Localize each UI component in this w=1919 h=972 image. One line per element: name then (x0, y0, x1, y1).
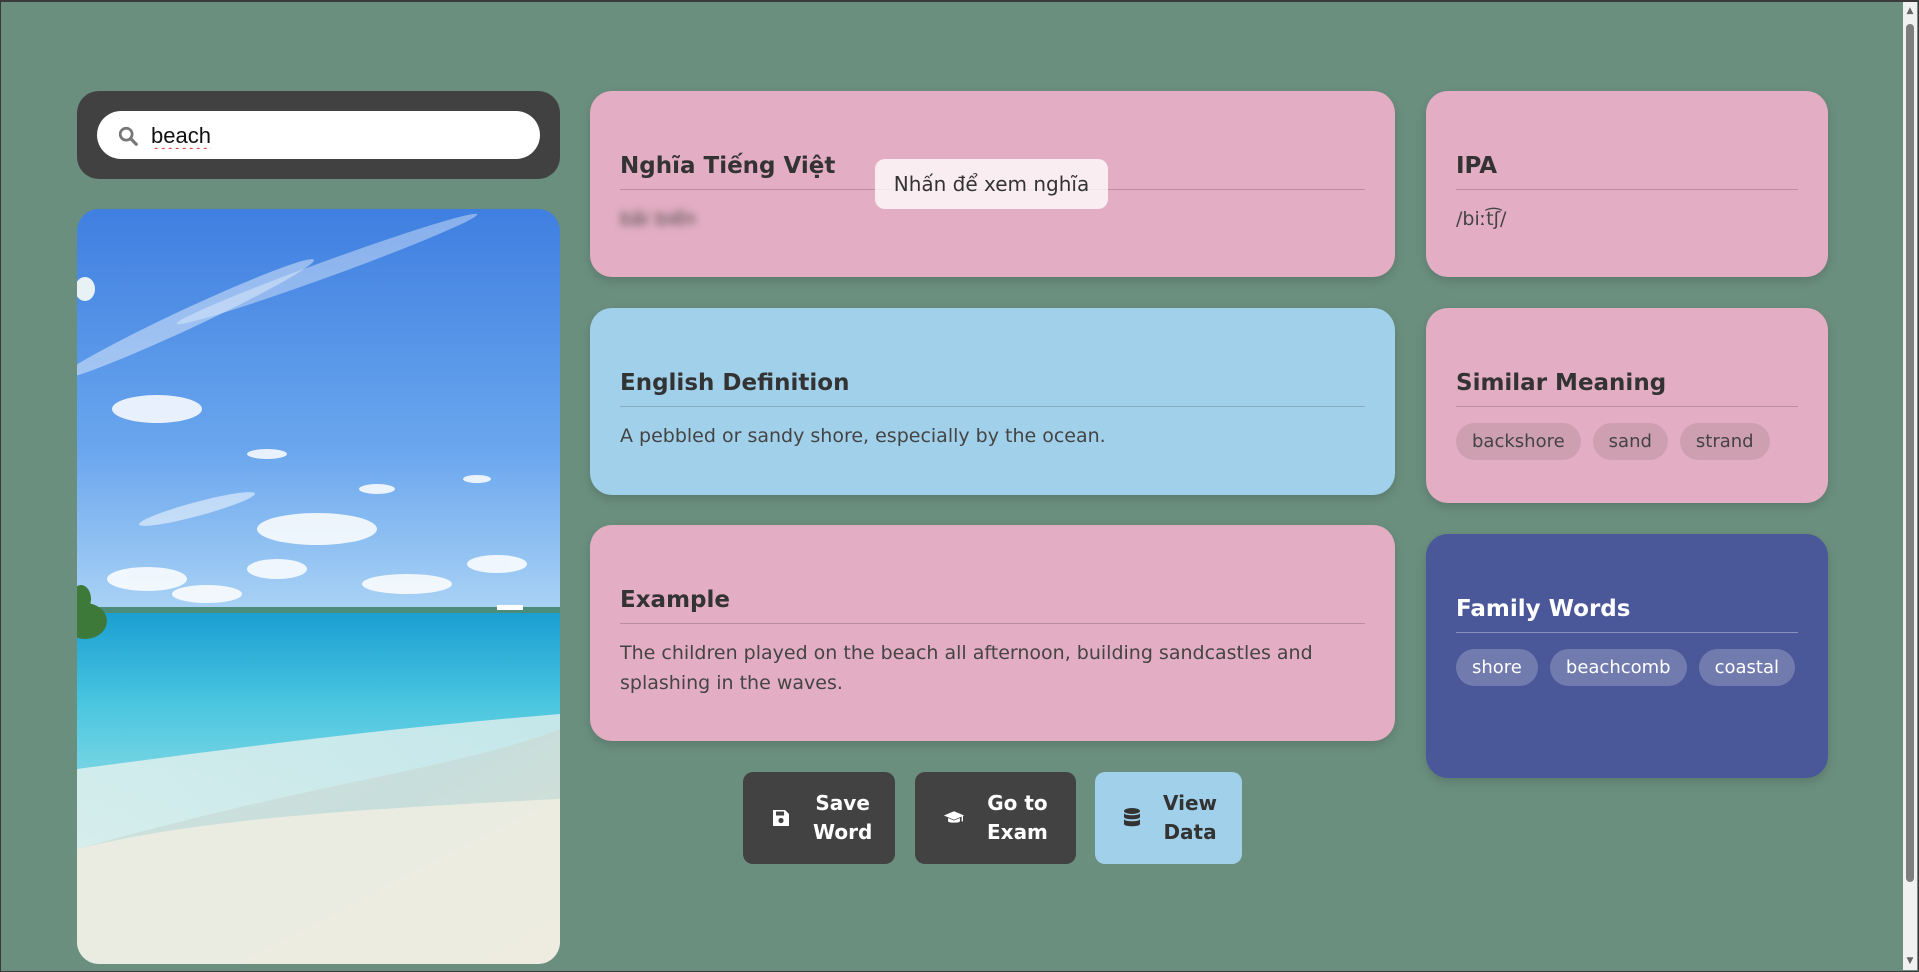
example-title: Example (620, 587, 1365, 624)
view-data-label-line2: Data (1163, 820, 1217, 844)
family-words-tags: shore beachcomb coastal (1456, 649, 1798, 686)
graduation-cap-icon (943, 807, 965, 829)
search-input[interactable] (149, 120, 523, 152)
family-tag[interactable]: beachcomb (1549, 649, 1687, 686)
search-panel (77, 91, 560, 179)
english-definition-text: A pebbled or sandy shore, especially by … (620, 425, 1106, 447)
similar-tag[interactable]: sand (1592, 423, 1668, 460)
go-to-exam-label: Go to Exam (987, 789, 1048, 847)
ipa-title: IPA (1456, 153, 1798, 190)
save-icon (771, 807, 791, 829)
save-word-button[interactable]: Save Word (743, 772, 895, 864)
similar-tag[interactable]: backshore (1456, 423, 1581, 460)
view-data-label: View Data (1163, 789, 1217, 847)
similar-meaning-title: Similar Meaning (1456, 370, 1798, 407)
family-words-title: Family Words (1456, 596, 1798, 633)
scrollbar-thumb[interactable] (1906, 24, 1914, 882)
save-word-label-line1: Save (815, 791, 870, 815)
family-tag[interactable]: coastal (1698, 649, 1796, 686)
family-tag[interactable]: shore (1456, 649, 1538, 686)
database-icon (1123, 807, 1141, 829)
go-to-exam-button[interactable]: Go to Exam (915, 772, 1076, 864)
save-word-label: Save Word (813, 789, 872, 847)
similar-tag[interactable]: strand (1679, 423, 1770, 460)
view-data-button[interactable]: View Data (1095, 772, 1242, 864)
word-image (77, 209, 560, 964)
search-box[interactable] (97, 111, 540, 159)
go-to-exam-label-line2: Exam (987, 820, 1048, 844)
go-to-exam-label-line1: Go to (987, 791, 1048, 815)
similar-meaning-card: Similar Meaning backshore sand strand (1426, 308, 1828, 503)
example-card: Example The children played on the beach… (590, 525, 1395, 741)
scroll-down-arrow-icon[interactable]: ▼ (1905, 956, 1915, 966)
reveal-meaning-tooltip[interactable]: Nhấn để xem nghĩa (875, 159, 1108, 209)
english-definition-title: English Definition (620, 370, 1365, 407)
english-definition-card: English Definition A pebbled or sandy sh… (590, 308, 1395, 495)
ipa-value: /biːt͡ʃ/ (1456, 208, 1507, 230)
save-word-label-line2: Word (813, 820, 873, 844)
family-words-card: Family Words shore beachcomb coastal (1426, 534, 1828, 778)
scroll-up-arrow-icon[interactable]: ▲ (1905, 6, 1915, 16)
scrollbar[interactable]: ▲ ▼ (1903, 2, 1917, 970)
ipa-card: IPA /biːt͡ʃ/ (1426, 91, 1828, 277)
similar-meaning-tags: backshore sand strand (1456, 423, 1798, 460)
search-icon (118, 126, 138, 146)
view-data-label-line1: View (1163, 791, 1218, 815)
example-text: The children played on the beach all aft… (620, 642, 1313, 694)
